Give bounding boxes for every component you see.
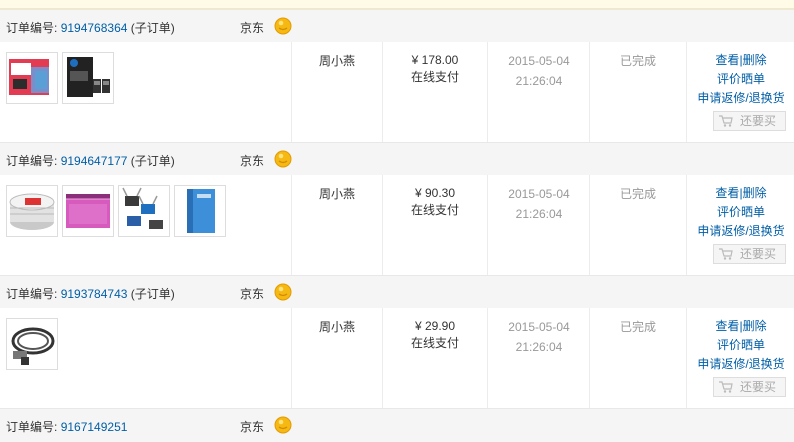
return-request-link[interactable]: 申请返修/退换货	[697, 357, 784, 371]
shop-name: 京东	[240, 21, 265, 35]
order-status: 已完成	[619, 187, 656, 201]
return-request-link[interactable]: 申请返修/退换货	[697, 91, 784, 105]
chat-smiley-icon[interactable]	[274, 150, 292, 168]
rebuy-button[interactable]: 还要买	[713, 111, 786, 131]
order-date: 2015-05-04	[508, 320, 570, 334]
order-time: 21:26:04	[515, 340, 563, 354]
order-number-label: 订单编号:	[6, 420, 58, 434]
cart-icon	[719, 115, 733, 127]
order-amount: ¥ 90.30	[414, 186, 456, 200]
review-link[interactable]: 评价晒单	[717, 338, 765, 352]
order-number-link[interactable]: 9194768364	[61, 21, 128, 35]
order-header: 订单编号: 9167149251 京东	[0, 408, 794, 442]
notice-strip	[0, 0, 794, 9]
order-date: 2015-05-04	[508, 54, 570, 68]
sub-order-tag: (子订单)	[127, 287, 175, 301]
delete-order-link[interactable]: 删除	[743, 319, 767, 333]
shop-name: 京东	[240, 154, 265, 168]
rebuy-button[interactable]: 还要买	[713, 244, 786, 264]
order-body: 周小燕 ¥ 29.90 在线支付 2015-05-04 21:26:04 已完成…	[0, 308, 794, 408]
order-header: 订单编号: 9193784743 (子订单) 京东	[0, 275, 794, 309]
order-date: 2015-05-04	[508, 187, 570, 201]
order-body: 周小燕 ¥ 178.00 在线支付 2015-05-04 21:26:04 已完…	[0, 42, 794, 142]
review-link[interactable]: 评价晒单	[717, 205, 765, 219]
order-number-label: 订单编号:	[6, 287, 58, 301]
product-thumbnail-hp-ink-cartridge[interactable]	[62, 52, 114, 104]
order-status: 已完成	[619, 54, 656, 68]
rebuy-label: 还要买	[740, 380, 777, 394]
order-number-link[interactable]: 9193784743	[61, 287, 128, 301]
product-thumbnail-ink-cartridge-box[interactable]	[6, 52, 58, 104]
recipient-name: 周小燕	[318, 320, 355, 334]
shop-name: 京东	[240, 420, 265, 434]
view-order-link[interactable]: 查看	[715, 53, 739, 67]
sub-order-tag: (子订单)	[127, 21, 175, 35]
order-amount: ¥ 178.00	[411, 53, 459, 67]
order-header: 订单编号: 9194647177 (子订单) 京东	[0, 142, 794, 176]
rebuy-label: 还要买	[740, 114, 777, 128]
delete-order-link[interactable]: 删除	[743, 53, 767, 67]
cart-icon	[719, 248, 733, 260]
cart-icon	[719, 381, 733, 393]
product-thumbnail-binder-clips[interactable]	[118, 185, 170, 237]
order-body: 周小燕 ¥ 90.30 在线支付 2015-05-04 21:26:04 已完成…	[0, 175, 794, 275]
sub-order-tag: (子订单)	[127, 154, 175, 168]
rebuy-label: 还要买	[740, 247, 777, 261]
order-time: 21:26:04	[515, 74, 563, 88]
payment-method: 在线支付	[410, 336, 459, 350]
chat-smiley-icon[interactable]	[274, 283, 292, 301]
order-amount: ¥ 29.90	[414, 319, 456, 333]
recipient-name: 周小燕	[318, 54, 355, 68]
product-thumbnail-pink-zipper-bag[interactable]	[62, 185, 114, 237]
order-status: 已完成	[619, 320, 656, 334]
order-number-link[interactable]: 9167149251	[61, 420, 128, 434]
view-order-link[interactable]: 查看	[715, 186, 739, 200]
view-order-link[interactable]: 查看	[715, 319, 739, 333]
shop-name: 京东	[240, 287, 265, 301]
payment-method: 在线支付	[410, 203, 459, 217]
order-number-link[interactable]: 9194647177	[61, 154, 128, 168]
payment-method: 在线支付	[410, 70, 459, 84]
order-number-label: 订单编号:	[6, 21, 58, 35]
rebuy-button[interactable]: 还要买	[713, 377, 786, 397]
delete-order-link[interactable]: 删除	[743, 186, 767, 200]
recipient-name: 周小燕	[318, 187, 355, 201]
review-link[interactable]: 评价晒单	[717, 72, 765, 86]
chat-smiley-icon[interactable]	[274, 416, 292, 434]
product-thumbnail-usb-cable[interactable]	[6, 318, 58, 370]
chat-smiley-icon[interactable]	[274, 17, 292, 35]
order-number-label: 订单编号:	[6, 154, 58, 168]
product-thumbnail-blue-folder[interactable]	[174, 185, 226, 237]
order-header: 订单编号: 9194768364 (子订单) 京东	[0, 9, 794, 43]
return-request-link[interactable]: 申请返修/退换货	[697, 224, 784, 238]
order-time: 21:26:04	[515, 207, 563, 221]
product-thumbnail-cd-spindle[interactable]	[6, 185, 58, 237]
